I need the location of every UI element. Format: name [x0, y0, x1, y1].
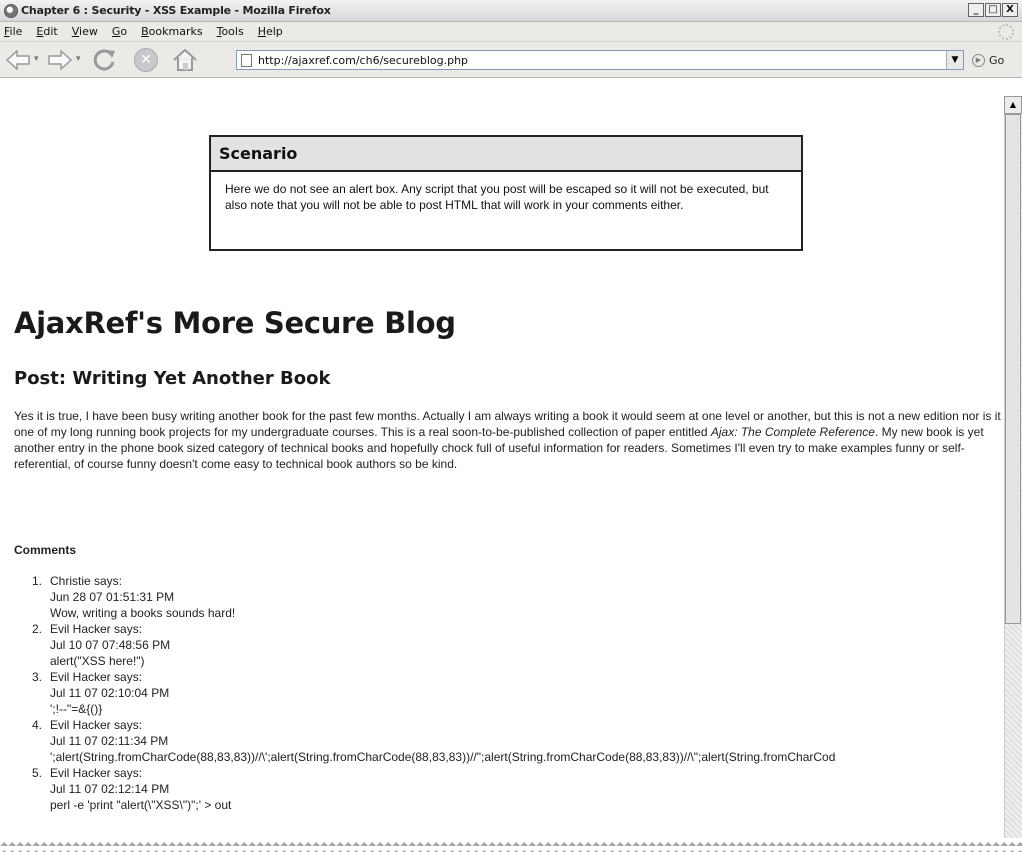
stop-button[interactable]: ✕	[134, 48, 158, 72]
back-button[interactable]	[4, 46, 32, 74]
navigation-toolbar: ▾ ▾ ✕ http://ajaxref.com/ch6/secureblog.…	[0, 42, 1022, 78]
comment-number: 4.	[31, 718, 42, 732]
menu-go[interactable]: Go	[112, 25, 127, 38]
menu-view[interactable]: View	[72, 25, 98, 38]
comment-author: Evil Hacker says:	[50, 622, 143, 636]
back-history-dropdown[interactable]: ▾	[34, 54, 39, 64]
post-title: Post: Writing Yet Another Book	[14, 368, 331, 389]
window-title: Chapter 6 : Security - XSS Example - Moz…	[21, 4, 331, 17]
comment-author: Christie says:	[50, 574, 123, 588]
comment-number: 3.	[31, 670, 42, 684]
firefox-icon	[4, 3, 18, 18]
comment-item: 2. Evil Hacker says: Jul 10 07 07:48:56 …	[14, 621, 1004, 669]
menu-edit[interactable]: Edit	[36, 25, 57, 38]
menu-file[interactable]: File	[4, 25, 22, 38]
close-button[interactable]: X	[1002, 3, 1018, 17]
comments-list: 1. Christie says: Jun 28 07 01:51:31 PM …	[14, 573, 1004, 813]
forward-button[interactable]	[46, 46, 74, 74]
comment-date: Jun 28 07 01:51:31 PM	[50, 590, 175, 604]
blog-title: AjaxRef's More Secure Blog	[14, 306, 456, 340]
comment-item: 3. Evil Hacker says: Jul 11 07 02:10:04 …	[14, 669, 1004, 717]
menu-help[interactable]: Help	[258, 25, 283, 38]
book-title: Ajax: The Complete Reference	[710, 425, 875, 439]
scenario-heading: Scenario	[211, 137, 801, 172]
menu-bookmarks[interactable]: Bookmarks	[141, 25, 202, 38]
window-controls: _ □ X	[968, 3, 1018, 17]
address-bar[interactable]: http://ajaxref.com/ch6/secureblog.php ▼	[236, 50, 964, 70]
comment-date: Jul 10 07 07:48:56 PM	[50, 638, 171, 652]
menu-tools[interactable]: Tools	[217, 25, 244, 38]
page-content: Scenario Here we do not see an alert box…	[0, 96, 1004, 840]
scrollbar-thumb[interactable]	[1005, 114, 1021, 624]
comment-item: 1. Christie says: Jun 28 07 01:51:31 PM …	[14, 573, 1004, 621]
go-icon: ▶	[972, 54, 985, 67]
comment-author: Evil Hacker says:	[50, 766, 143, 780]
comment-item: 5. Evil Hacker says: Jul 11 07 02:12:14 …	[14, 765, 1004, 813]
minimize-button[interactable]: _	[968, 3, 984, 17]
throbber-icon	[998, 24, 1014, 40]
forward-arrow-icon	[48, 49, 73, 71]
home-button[interactable]	[170, 46, 200, 74]
comment-date: Jul 11 07 02:12:14 PM	[50, 782, 170, 796]
go-button[interactable]: ▶ Go	[972, 54, 1004, 67]
comment-text: Wow, writing a books sounds hard!	[50, 606, 236, 620]
home-icon	[173, 48, 197, 71]
reload-button[interactable]	[90, 46, 120, 74]
post-body: Yes it is true, I have been busy writing…	[14, 408, 1004, 472]
stop-icon: ✕	[140, 52, 152, 68]
scenario-text: Here we do not see an alert box. Any scr…	[225, 182, 769, 212]
comment-text: perl -e 'print "alert(\"XSS\")";' > out	[50, 798, 232, 812]
comment-text: ';alert(String.fromCharCode(88,83,83))//…	[50, 750, 836, 764]
comment-date: Jul 11 07 02:11:34 PM	[50, 734, 169, 748]
comment-text: ';!--"=&{()}	[50, 702, 103, 716]
go-label: Go	[989, 54, 1005, 67]
comment-author: Evil Hacker says:	[50, 718, 143, 732]
menu-bar: File Edit View Go Bookmarks Tools Help	[0, 22, 1022, 42]
back-arrow-icon	[5, 49, 30, 71]
comment-text: alert("XSS here!")	[50, 654, 145, 668]
url-text[interactable]: http://ajaxref.com/ch6/secureblog.php	[258, 54, 468, 67]
url-dropdown-button[interactable]: ▼	[946, 51, 963, 69]
maximize-button[interactable]: □	[985, 3, 1001, 17]
comment-number: 5.	[31, 766, 42, 780]
forward-history-dropdown[interactable]: ▾	[76, 54, 81, 64]
reload-icon	[93, 49, 115, 71]
comment-number: 2.	[31, 622, 42, 636]
comment-number: 1.	[31, 574, 42, 588]
comment-author: Evil Hacker says:	[50, 670, 143, 684]
scroll-up-button[interactable]: ▲	[1004, 96, 1022, 114]
comments-heading: Comments	[14, 543, 77, 557]
torn-edge	[0, 838, 1022, 852]
comment-item: 4. Evil Hacker says: Jul 11 07 02:11:34 …	[14, 717, 1004, 765]
scenario-box: Scenario Here we do not see an alert box…	[209, 135, 803, 251]
comment-date: Jul 11 07 02:10:04 PM	[50, 686, 170, 700]
window-title-bar: Chapter 6 : Security - XSS Example - Moz…	[0, 0, 1022, 22]
page-icon	[241, 53, 252, 67]
